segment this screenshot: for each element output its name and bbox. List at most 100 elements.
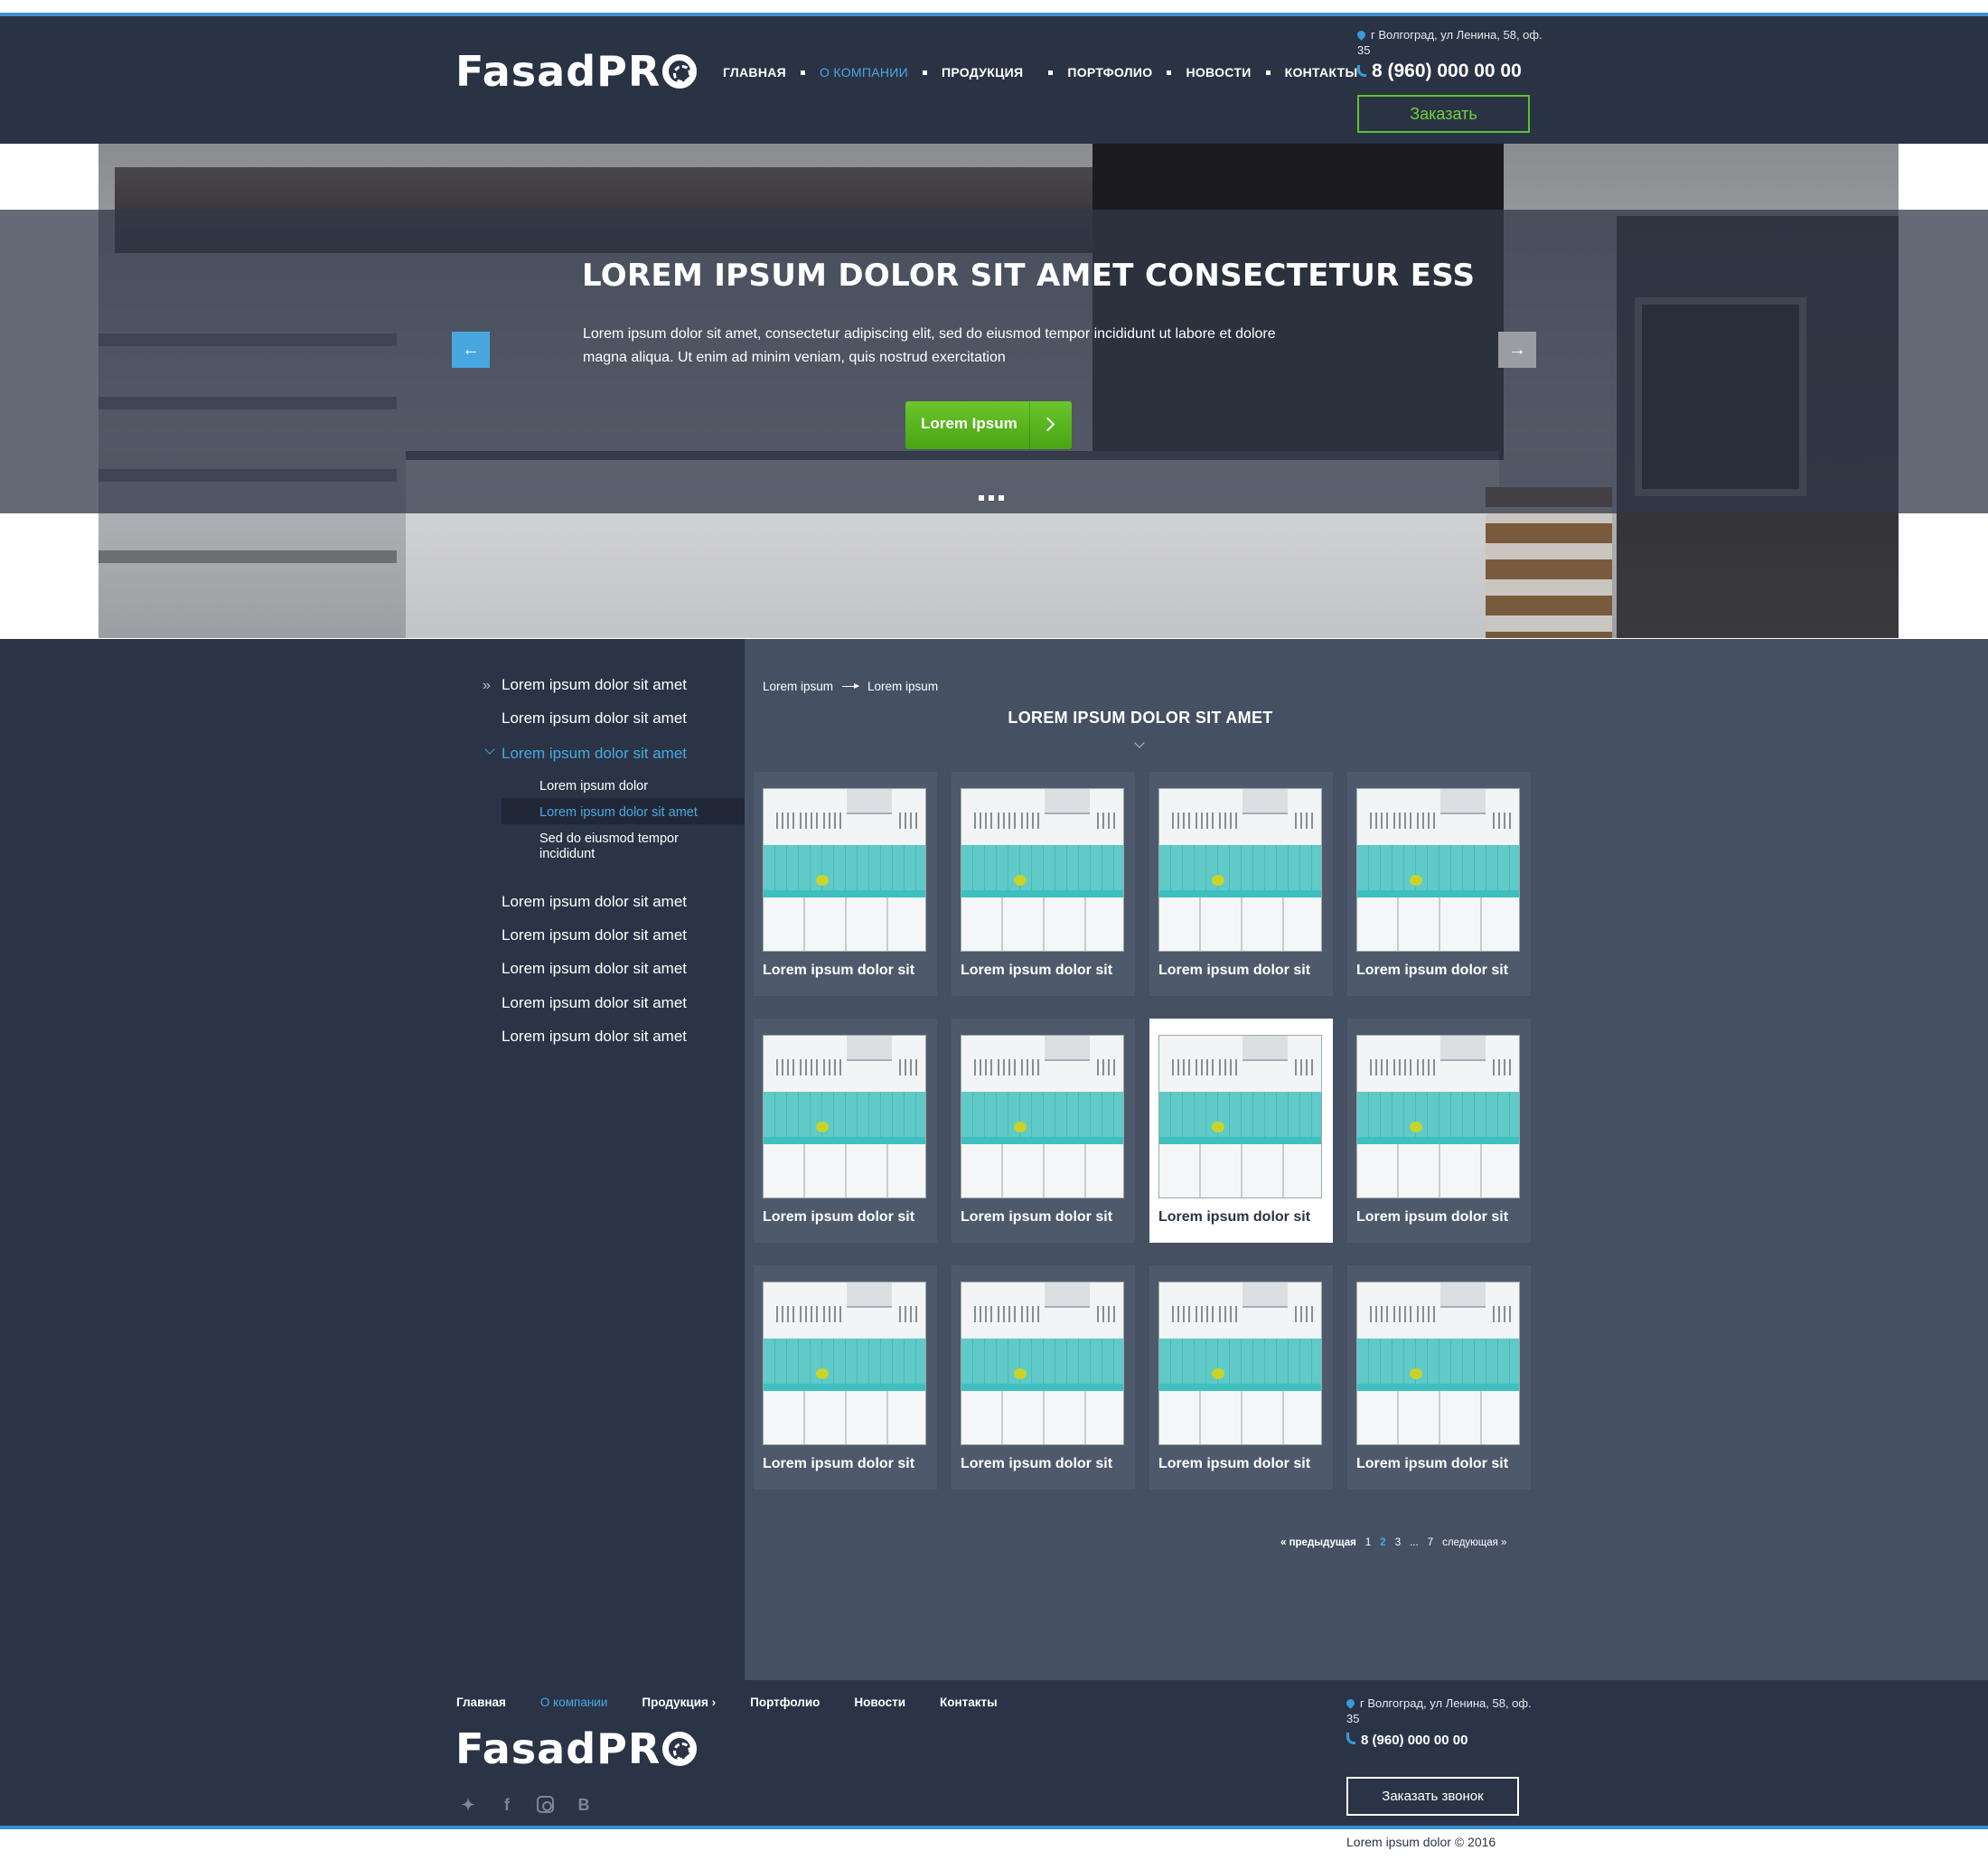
bottom-accent-line (0, 1826, 1988, 1829)
pager-page[interactable]: 7 (1428, 1537, 1433, 1548)
nav-item-home[interactable]: ГЛАВНАЯ (723, 65, 786, 80)
image-glass (1417, 1306, 1437, 1322)
logo-gear-icon (662, 54, 698, 89)
product-image[interactable] (763, 1035, 926, 1198)
product-image[interactable] (1158, 1035, 1322, 1198)
product-card[interactable]: Lorem ipsum dolor sit (1347, 772, 1531, 996)
image-glass (899, 1306, 919, 1322)
product-image[interactable] (961, 1035, 1124, 1198)
product-card[interactable]: Lorem ipsum dolor sit (1149, 1265, 1333, 1489)
product-card[interactable]: Lorem ipsum dolor sit (754, 1019, 937, 1243)
vk-icon[interactable]: B (575, 1796, 593, 1814)
image-glass (1021, 1306, 1041, 1322)
image-countertop (764, 890, 925, 897)
breadcrumb-link[interactable]: Lorem ipsum (763, 680, 833, 693)
header-phone[interactable]: 8 (960) 000 00 00 (1357, 61, 1522, 82)
product-card[interactable]: Lorem ipsum dolor sit (1347, 1265, 1531, 1489)
sidebar-item-active[interactable]: Lorem ipsum dolor sit amet (502, 745, 687, 763)
sidebar-subitem[interactable]: Sed do eiusmod tempor incididunt (539, 831, 711, 862)
product-image[interactable] (1356, 788, 1520, 952)
sidebar-item[interactable]: Lorem ipsum dolor sit amet (502, 893, 687, 911)
image-glass (800, 813, 820, 829)
product-caption: Lorem ipsum dolor sit (1356, 1456, 1509, 1471)
instagram-icon[interactable] (537, 1796, 554, 1813)
sidebar-item[interactable]: Lorem ipsum dolor sit amet (502, 709, 687, 728)
product-image[interactable] (961, 788, 1124, 952)
slider-dot[interactable] (979, 495, 984, 501)
image-flowers (1212, 1368, 1224, 1379)
product-card[interactable]: Lorem ipsum dolor sit (1347, 1019, 1531, 1243)
nav-item-about[interactable]: О КОМПАНИИ (820, 65, 908, 80)
product-image[interactable] (961, 1282, 1124, 1445)
product-image[interactable] (1158, 788, 1322, 952)
sidebar (0, 639, 745, 1680)
nav-item-products[interactable]: ПРОДУКЦИЯ (942, 65, 1023, 80)
nav-item-portfolio[interactable]: ПОРТФОЛИО (1067, 65, 1152, 80)
image-glass (1172, 1059, 1192, 1076)
sidebar-item[interactable]: Lorem ipsum dolor sit amet (502, 1028, 687, 1046)
footer-nav-products[interactable]: Продукция › (642, 1696, 716, 1709)
footer-nav-about[interactable]: О компании (540, 1696, 607, 1709)
facebook-icon[interactable]: f (498, 1796, 516, 1814)
twitter-icon[interactable]: ✦ (459, 1796, 477, 1814)
image-glass (776, 813, 796, 829)
nav-item-news[interactable]: НОВОСТИ (1186, 65, 1251, 80)
image-glass (974, 1306, 994, 1322)
footer-nav-home[interactable]: Главная (456, 1696, 506, 1709)
nav-separator (1167, 70, 1172, 75)
product-image[interactable] (763, 1282, 926, 1445)
footer-logo[interactable]: FasadPR (455, 1724, 698, 1773)
image-flowers (1410, 875, 1422, 886)
sidebar-item[interactable]: Lorem ipsum dolor sit amet (502, 676, 687, 694)
hero-cta-button[interactable]: Lorem Ipsum (905, 401, 1072, 449)
image-flowers (816, 1368, 829, 1379)
order-button[interactable]: Заказать (1357, 95, 1530, 133)
nav-item-contacts[interactable]: КОНТАКТЫ (1285, 65, 1358, 80)
product-caption: Lorem ipsum dolor sit (763, 1456, 915, 1471)
footer-nav-news[interactable]: Новости (854, 1696, 905, 1709)
pager-page[interactable]: 1 (1365, 1537, 1371, 1548)
sidebar-subitem-active[interactable]: Lorem ipsum dolor sit amet (539, 805, 698, 821)
slider-next-button[interactable]: → (1498, 332, 1536, 368)
footer-nav-contacts[interactable]: Контакты (940, 1696, 998, 1709)
image-glass (800, 1059, 820, 1076)
product-image[interactable] (763, 788, 926, 952)
image-glass (1370, 1059, 1390, 1076)
pager-next[interactable]: следующая » (1442, 1537, 1506, 1548)
product-image[interactable] (1356, 1282, 1520, 1445)
image-countertop (764, 1384, 925, 1391)
slider-prev-button[interactable]: ← (452, 332, 490, 368)
product-image[interactable] (1158, 1282, 1322, 1445)
slider-dot[interactable] (999, 495, 1004, 501)
product-card[interactable]: Lorem ipsum dolor sit (952, 1019, 1135, 1243)
footer-phone[interactable]: 8 (960) 000 00 00 (1346, 1733, 1468, 1748)
image-glass (1196, 1306, 1215, 1322)
sidebar-item[interactable]: Lorem ipsum dolor sit amet (502, 960, 687, 978)
slider-dot[interactable] (989, 495, 994, 501)
breadcrumb-current[interactable]: Lorem ipsum (867, 680, 938, 693)
pager-prev[interactable]: « предыдущая (1280, 1537, 1356, 1548)
image-glass (1097, 1306, 1117, 1322)
footer-nav-portfolio[interactable]: Портфолио (750, 1696, 820, 1709)
phone-text: 8 (960) 000 00 00 (1372, 61, 1522, 81)
image-glass (1417, 1059, 1437, 1076)
sidebar-item[interactable]: Lorem ipsum dolor sit amet (502, 994, 687, 1012)
callback-button[interactable]: Заказать звонок (1346, 1777, 1519, 1816)
product-image[interactable] (1356, 1035, 1520, 1198)
image-countertop (1159, 890, 1321, 897)
image-glass (823, 813, 843, 829)
sidebar-item[interactable]: Lorem ipsum dolor sit amet (502, 926, 687, 944)
product-card[interactable]: Lorem ipsum dolor sit (952, 772, 1135, 996)
product-card[interactable]: Lorem ipsum dolor sit (1149, 772, 1333, 996)
sidebar-subitem[interactable]: Lorem ipsum dolor (539, 779, 648, 794)
product-card[interactable]: Lorem ipsum dolor sit (952, 1265, 1135, 1489)
chevron-right-icon (1040, 417, 1055, 432)
pager-page-current[interactable]: 2 (1380, 1537, 1385, 1548)
pager-page[interactable]: 3 (1395, 1537, 1401, 1548)
product-card[interactable]: Lorem ipsum dolor sit (754, 772, 937, 996)
site-logo[interactable]: FasadPR (455, 47, 698, 96)
product-card[interactable]: Lorem ipsum dolor sit (1149, 1019, 1333, 1243)
image-flowers (1014, 875, 1027, 886)
product-card[interactable]: Lorem ipsum dolor sit (754, 1265, 937, 1489)
image-flowers (1014, 1122, 1027, 1132)
